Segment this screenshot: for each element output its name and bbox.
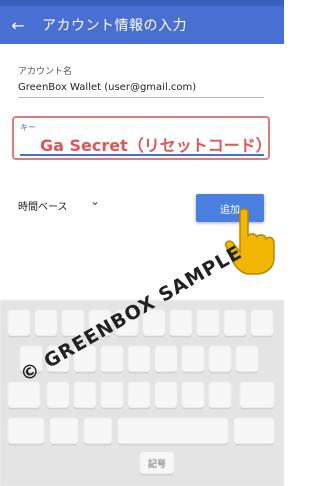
keyboard: 記号 — [0, 300, 284, 486]
keyboard-key[interactable] — [197, 310, 219, 336]
enter-key[interactable] — [234, 418, 274, 444]
key-input[interactable]: Ga Secret（リセットコード） — [40, 132, 272, 156]
key-underline — [20, 154, 264, 156]
keyboard-key[interactable] — [101, 346, 123, 372]
keyboard-key[interactable] — [50, 418, 78, 444]
key-field-highlight[interactable]: キー Ga Secret（リセットコード） — [12, 116, 272, 160]
keyboard-key[interactable] — [128, 346, 150, 372]
keyboard-key[interactable] — [251, 310, 273, 336]
keyboard-key[interactable] — [236, 346, 258, 372]
keyboard-key[interactable] — [143, 310, 165, 336]
pointing-hand-icon — [224, 208, 275, 275]
keyboard-key[interactable] — [20, 346, 42, 372]
page-title: アカウント情報の入力 — [42, 18, 187, 34]
shift-key[interactable] — [8, 382, 40, 408]
symbol-key[interactable] — [8, 418, 44, 444]
keyboard-key[interactable] — [74, 382, 96, 408]
keyboard-key[interactable] — [116, 310, 138, 336]
key-label: キー — [20, 123, 36, 132]
chevron-down-icon[interactable]: ⌄ — [90, 194, 100, 208]
backspace-key[interactable] — [240, 382, 274, 408]
account-name-label: アカウント名 — [18, 67, 73, 77]
keyboard-key[interactable] — [47, 382, 69, 408]
account-name-underline — [18, 97, 264, 98]
keyboard-key[interactable] — [155, 382, 177, 408]
keyboard-key[interactable] — [209, 382, 231, 408]
keyboard-key[interactable] — [224, 310, 246, 336]
account-name-input[interactable]: GreenBox Wallet (user@gmail.com) — [18, 82, 196, 93]
keyboard-key[interactable] — [89, 310, 111, 336]
back-button[interactable]: ← — [0, 6, 36, 44]
keyboard-key[interactable] — [62, 310, 84, 336]
keyboard-key[interactable] — [155, 346, 177, 372]
hint-key[interactable]: 記号 — [140, 452, 174, 474]
keyboard-key[interactable] — [170, 310, 192, 336]
keyboard-key[interactable] — [101, 382, 123, 408]
keyboard-key[interactable] — [47, 346, 69, 372]
keyboard-key[interactable] — [74, 346, 96, 372]
time-based-label: 時間ベース — [18, 202, 68, 213]
space-key[interactable] — [118, 418, 228, 444]
keyboard-key[interactable] — [84, 418, 112, 444]
keyboard-key[interactable] — [35, 310, 57, 336]
app-bar: ← アカウント情報の入力 — [0, 6, 284, 44]
keyboard-key[interactable] — [8, 310, 30, 336]
keyboard-key[interactable] — [182, 346, 204, 372]
keyboard-key[interactable] — [182, 382, 204, 408]
keyboard-key[interactable] — [209, 346, 231, 372]
back-arrow-icon: ← — [11, 15, 25, 35]
keyboard-key[interactable] — [128, 382, 150, 408]
